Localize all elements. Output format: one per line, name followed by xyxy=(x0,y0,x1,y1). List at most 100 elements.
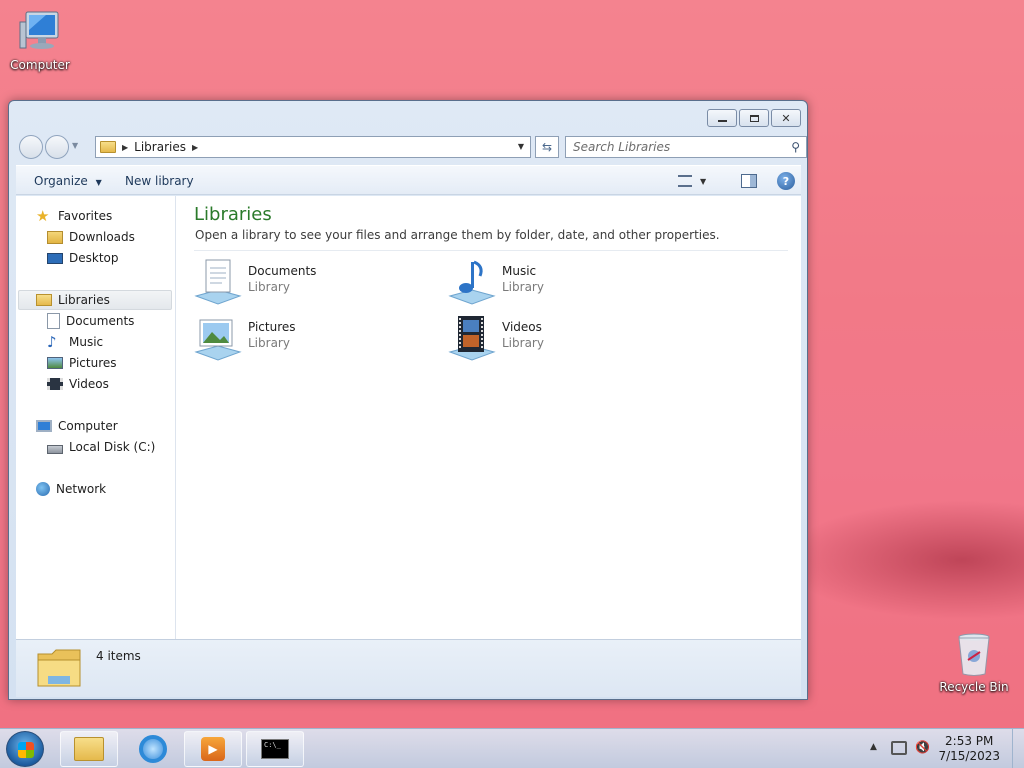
explorer-window: ✕ ▼ ▶ Libraries ▶ ▼ ⇆ ⚲ Organize ▼ New l… xyxy=(8,100,808,700)
back-button[interactable] xyxy=(19,135,43,159)
library-type: Library xyxy=(248,336,290,350)
refresh-button[interactable]: ⇆ xyxy=(535,136,559,158)
recycle-bin-icon xyxy=(950,632,998,678)
libraries-view: Libraries Open a library to see your fil… xyxy=(176,196,801,639)
library-name: Documents xyxy=(248,264,317,278)
desktop-icon-recycle-bin[interactable]: Recycle Bin xyxy=(936,632,1012,694)
nav-item-favorites[interactable]: ★ Favorites xyxy=(36,206,112,226)
nav-item-music[interactable]: ♪ Music xyxy=(47,332,103,352)
preview-pane-button[interactable] xyxy=(741,174,757,188)
search-input[interactable] xyxy=(566,137,776,157)
chevron-down-icon: ▼ xyxy=(95,178,102,187)
nav-item-label: Computer xyxy=(58,419,118,433)
close-button[interactable]: ✕ xyxy=(771,109,801,127)
hard-drive-icon xyxy=(47,445,63,454)
command-prompt-icon: C:\_ xyxy=(261,739,289,759)
desktop-background-shadow xyxy=(780,500,1024,620)
clock[interactable]: 2:53 PM 7/15/2023 xyxy=(938,734,1000,764)
library-type: Library xyxy=(502,280,544,294)
library-name: Videos xyxy=(502,320,542,334)
network-status-icon[interactable] xyxy=(891,741,907,755)
nav-item-label: Desktop xyxy=(69,251,119,265)
organize-button[interactable]: Organize ▼ xyxy=(34,174,102,188)
change-view-button[interactable]: ▼ xyxy=(678,172,710,190)
nav-item-videos[interactable]: Videos xyxy=(47,374,109,394)
taskbar-internet-explorer[interactable] xyxy=(124,731,182,767)
restore-icon xyxy=(749,114,759,122)
refresh-icon: ⇆ xyxy=(541,140,553,154)
nav-item-label: Favorites xyxy=(58,209,113,223)
close-icon: ✕ xyxy=(781,111,791,125)
nav-item-local-disk[interactable]: Local Disk (C:) xyxy=(47,437,155,457)
content-area: ★ Favorites Downloads Desktop Libraries … xyxy=(16,196,801,639)
library-item-music[interactable]: Music Library xyxy=(448,258,648,308)
start-button[interactable] xyxy=(6,731,44,767)
nav-item-documents[interactable]: Documents xyxy=(47,311,134,331)
music-library-icon xyxy=(448,258,496,306)
breadcrumb-separator-icon[interactable]: ▶ xyxy=(122,143,128,152)
libraries-folder-large-icon xyxy=(36,646,82,690)
computer-icon xyxy=(16,8,64,56)
help-icon: ? xyxy=(782,174,790,188)
desktop-icon-computer[interactable]: Computer xyxy=(2,8,78,72)
computer-icon xyxy=(36,420,52,432)
library-item-videos[interactable]: Videos Library xyxy=(448,314,648,364)
nav-item-network[interactable]: Network xyxy=(36,479,106,499)
organize-label: Organize xyxy=(34,174,88,188)
header-divider xyxy=(194,250,788,251)
nav-item-desktop[interactable]: Desktop xyxy=(47,248,119,268)
windows-logo-icon xyxy=(18,742,34,758)
desktop-icon-label: Recycle Bin xyxy=(939,680,1009,694)
forward-button[interactable] xyxy=(45,135,69,159)
film-strip-icon xyxy=(47,378,63,390)
library-name: Music xyxy=(502,264,537,278)
internet-explorer-icon xyxy=(139,735,167,763)
nav-item-label: Local Disk (C:) xyxy=(69,440,156,454)
nav-item-downloads[interactable]: Downloads xyxy=(47,227,135,247)
search-icon[interactable]: ⚲ xyxy=(791,140,800,154)
show-hidden-icons-icon[interactable]: ▲ xyxy=(870,742,877,752)
nav-item-label: Network xyxy=(56,482,107,496)
nav-item-libraries[interactable]: Libraries xyxy=(18,290,172,310)
taskbar-command-prompt[interactable]: C:\_ xyxy=(246,731,304,767)
preview-pane-icon xyxy=(750,175,756,187)
taskbar-media-player[interactable]: ▶ xyxy=(184,731,242,767)
nav-item-computer[interactable]: Computer xyxy=(36,416,118,436)
chevron-down-icon: ▼ xyxy=(700,176,707,186)
breadcrumb-libraries[interactable]: Libraries xyxy=(134,140,186,154)
desktop-icon xyxy=(47,252,63,264)
taskbar-explorer[interactable] xyxy=(60,731,118,767)
star-icon: ★ xyxy=(36,207,50,225)
minimize-icon xyxy=(717,120,727,122)
address-dropdown-icon[interactable]: ▼ xyxy=(518,142,524,151)
details-pane: 4 items xyxy=(16,639,801,697)
library-item-documents[interactable]: Documents Library xyxy=(194,258,394,308)
nav-item-label: Documents xyxy=(66,314,135,328)
show-desktop-button[interactable] xyxy=(1012,729,1024,768)
library-item-pictures[interactable]: Pictures Library xyxy=(194,314,394,364)
taskbar: ▶ C:\_ ▲ 🔇 2:53 PM 7/15/2023 xyxy=(0,728,1024,768)
help-button[interactable]: ? xyxy=(777,172,795,190)
minimize-button[interactable] xyxy=(707,109,737,127)
nav-item-pictures[interactable]: Pictures xyxy=(47,353,117,373)
address-bar[interactable]: ▶ Libraries ▶ ▼ xyxy=(95,136,531,158)
nav-item-label: Downloads xyxy=(69,230,135,244)
navigation-pane: ★ Favorites Downloads Desktop Libraries … xyxy=(16,196,176,639)
nav-item-label: Videos xyxy=(69,377,109,391)
volume-muted-icon[interactable]: 🔇 xyxy=(915,740,930,754)
search-box[interactable]: ⚲ xyxy=(565,136,807,158)
breadcrumb-separator-icon[interactable]: ▶ xyxy=(192,143,198,152)
downloads-folder-icon xyxy=(47,230,63,244)
libraries-folder-icon xyxy=(36,294,52,306)
library-name: Pictures xyxy=(248,320,296,334)
document-icon xyxy=(47,313,60,329)
maximize-button[interactable] xyxy=(739,109,769,127)
nav-item-label: Pictures xyxy=(69,356,117,370)
window-controls: ✕ xyxy=(707,109,801,127)
recent-pages-chevron-icon[interactable]: ▼ xyxy=(72,141,78,150)
clock-time: 2:53 PM xyxy=(945,734,994,748)
page-subtitle: Open a library to see your files and arr… xyxy=(195,228,720,242)
pictures-library-icon xyxy=(194,314,242,362)
new-library-button[interactable]: New library xyxy=(125,174,194,188)
picture-icon xyxy=(47,357,63,369)
